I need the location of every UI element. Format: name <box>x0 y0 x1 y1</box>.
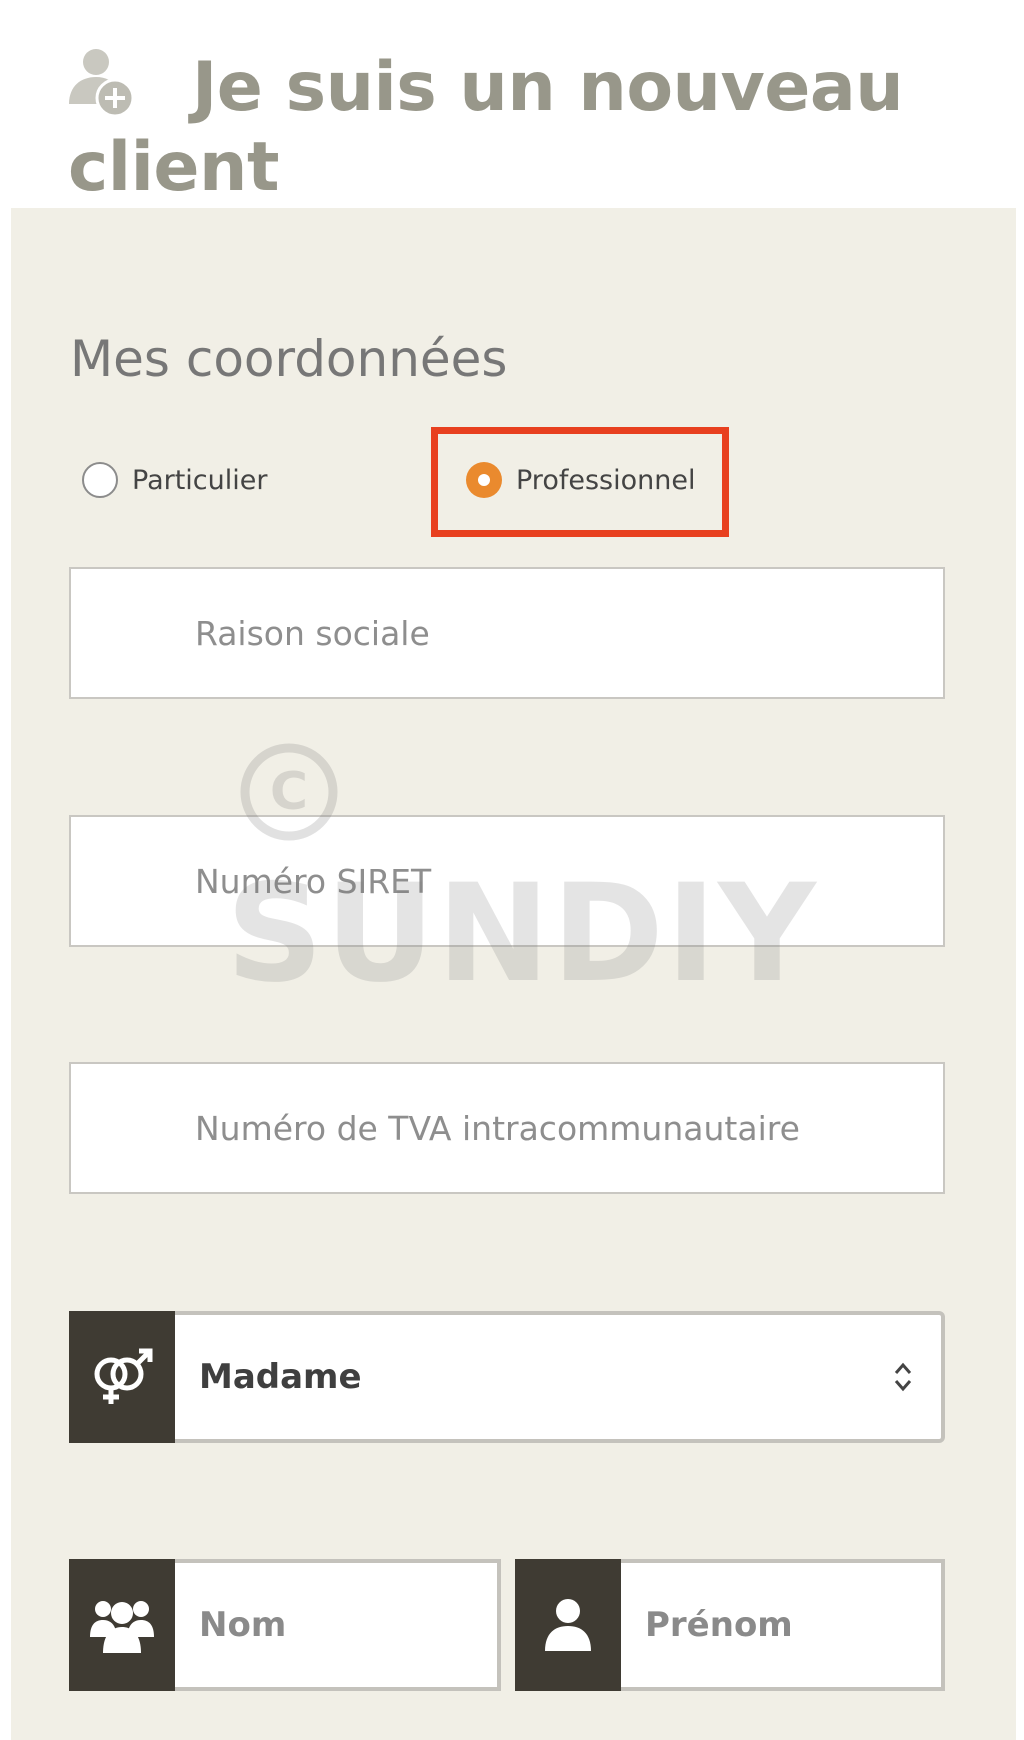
gender-icon <box>94 1348 153 1404</box>
tva-input[interactable] <box>71 1108 943 1148</box>
page-header: Je suis un nouveau client <box>0 0 1024 208</box>
civility-icon-block <box>69 1311 175 1443</box>
prenom-icon-block <box>515 1559 621 1691</box>
user-icon <box>545 1599 591 1651</box>
tva-field[interactable] <box>69 1062 945 1194</box>
highlight-annotation-box <box>431 427 729 537</box>
section-title: Mes coordonnées <box>70 330 508 388</box>
nom-input[interactable] <box>175 1604 497 1646</box>
civility-selected-value: Madame <box>199 1357 362 1397</box>
prenom-field[interactable] <box>621 1559 945 1691</box>
raison-sociale-input[interactable] <box>71 613 943 653</box>
radio-particulier-label: Particulier <box>132 464 268 496</box>
radio-particulier[interactable]: Particulier <box>82 459 267 501</box>
prenom-input[interactable] <box>621 1604 941 1646</box>
nom-field[interactable] <box>175 1559 501 1691</box>
raison-sociale-field[interactable] <box>69 567 945 699</box>
select-arrows-icon <box>894 1362 912 1392</box>
radio-unchecked-icon[interactable] <box>82 462 118 498</box>
civility-select[interactable]: Madame <box>175 1311 945 1443</box>
group-icon <box>90 1601 154 1653</box>
siret-field[interactable] <box>69 815 945 947</box>
nom-icon-block <box>69 1559 175 1691</box>
page-title: Je suis un nouveau client <box>68 48 904 207</box>
siret-input[interactable] <box>71 861 943 901</box>
